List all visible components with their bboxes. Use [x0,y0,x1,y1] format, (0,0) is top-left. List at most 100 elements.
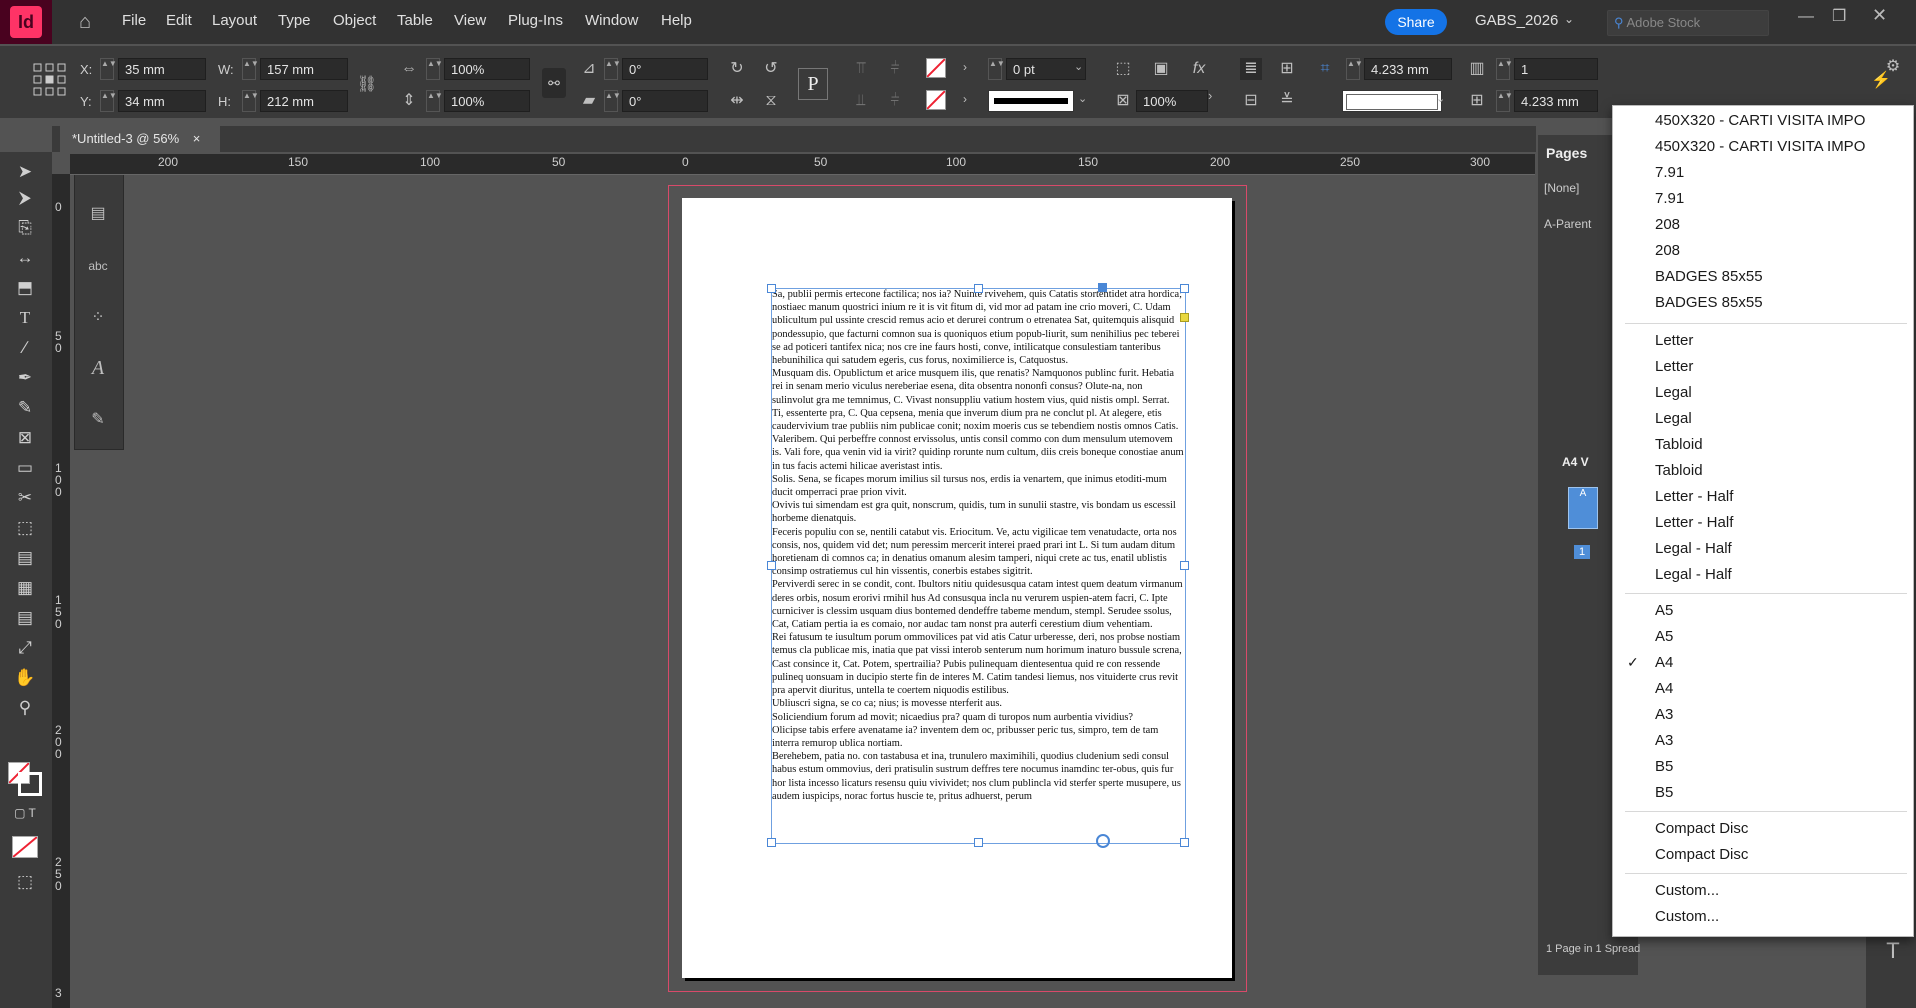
rotate-field[interactable]: 0° [622,58,708,80]
chevron-right-icon[interactable]: › [1208,88,1212,103]
gutter-stepper[interactable]: ▲▼ [1346,58,1363,80]
gutter-field-1[interactable]: 4.233 mm [1364,58,1452,80]
home-icon[interactable]: ⌂ [74,11,96,33]
columns-stepper[interactable]: ▲▼ [1496,58,1513,80]
adobe-stock-search[interactable]: ⚲ Adobe Stock [1607,10,1769,36]
zoom-tool-icon[interactable]: ⚲ [13,698,37,720]
pen-tool-icon[interactable]: ✒ [13,368,37,390]
gradient-swatch-icon[interactable]: ▤ [13,548,37,570]
dropdown-item[interactable]: A3 [1655,706,1673,723]
menu-object[interactable]: Object [333,12,376,29]
frame-handle[interactable] [767,561,776,570]
h-stepper[interactable]: ▲▼ [242,90,259,112]
opacity-field[interactable]: 100% [1136,90,1208,112]
menu-window[interactable]: Window [585,12,638,29]
dropdown-item[interactable]: Letter - Half [1655,514,1733,531]
columns-field[interactable]: 1 [1514,58,1598,80]
scissors-icon[interactable]: ✂ [13,488,37,510]
distribute-icon[interactable]: ⫫ [850,90,872,112]
dropdown-item[interactable]: Custom... [1655,882,1719,899]
stroke-none-icon[interactable] [926,90,946,110]
dropdown-item[interactable]: Letter [1655,332,1693,349]
y-stepper[interactable]: ▲▼ [100,90,117,112]
frame-handle[interactable] [767,838,776,847]
menu-type[interactable]: Type [278,12,311,29]
rectangle-frame-icon[interactable]: ⊠ [13,428,37,450]
y-field[interactable]: 34 mm [118,90,206,112]
corner-options-icon[interactable]: ⬚ [1112,58,1134,80]
direct-selection-icon[interactable]: ⮞ [13,188,37,210]
menu-layout[interactable]: Layout [212,12,257,29]
line-tool-icon[interactable]: ∕ [13,338,37,360]
workspace-switcher[interactable]: GABS_2026 [1475,12,1558,29]
frame-handle[interactable] [974,838,983,847]
dropdown-item[interactable]: A4 [1655,680,1673,697]
free-transform-icon[interactable]: ⬚ [13,518,37,540]
page-tool-icon[interactable]: ⎘ [13,218,37,240]
horizontal-ruler[interactable]: 200 150 100 50 0 50 100 150 200 250 300 [70,154,1535,175]
constrain-proportions-icon[interactable]: ⛓ [356,74,378,96]
w-field[interactable]: 157 mm [260,58,348,80]
frame-handle[interactable] [1098,283,1107,292]
w-stepper[interactable]: ▲▼ [242,58,259,80]
dropdown-item-selected[interactable]: A4 [1655,654,1673,671]
dropdown-item[interactable]: Compact Disc [1655,846,1748,863]
chevron-right-icon[interactable]: › [954,88,976,110]
text-wrap-next-icon[interactable]: ≚ [1276,90,1298,112]
dropdown-item[interactable]: A5 [1655,602,1673,619]
page-thumbnail[interactable]: A [1568,487,1598,529]
dropdown-item[interactable]: A5 [1655,628,1673,645]
frame-handle[interactable] [1180,838,1189,847]
type-tool-icon[interactable]: T [1882,940,1904,962]
pages-panel-icon[interactable]: ▤ [87,203,109,225]
auto-fit-icon[interactable]: ⌗ [1314,58,1336,80]
share-button[interactable]: Share [1385,9,1447,35]
dropdown-item[interactable]: Legal [1655,384,1692,401]
stroke-swatch-icon[interactable] [18,772,42,796]
frame-handle[interactable] [1180,561,1189,570]
dropdown-item[interactable]: 208 [1655,216,1680,233]
menu-view[interactable]: View [454,12,486,29]
text-overset-icon[interactable] [1096,834,1110,848]
character-styles-icon[interactable]: A [87,357,109,379]
scale-y-stepper[interactable]: ▲▼ [426,90,443,112]
flip-vertical-icon[interactable]: ⧖ [760,90,782,112]
apply-none-icon[interactable] [12,836,38,858]
dropdown-item[interactable]: Legal - Half [1655,540,1732,557]
flip-horizontal-icon[interactable]: ⇹ [726,90,748,112]
restore-icon[interactable]: ❐ [1832,6,1846,26]
lightning-icon[interactable]: ⚡ [1870,70,1892,92]
dropdown-item[interactable]: B5 [1655,758,1673,775]
drop-shadow-icon[interactable]: ▣ [1150,58,1172,80]
gradient-feather-icon[interactable]: ▦ [13,578,37,600]
dropdown-item[interactable]: Compact Disc [1655,820,1748,837]
dropdown-item[interactable]: BADGES 85x55 [1655,268,1763,285]
paragraph-styles-icon[interactable]: ✎ [87,409,109,431]
rotate-cw-icon[interactable]: ↻ [726,58,748,80]
corner-options-handle[interactable] [1180,313,1189,322]
link-scale-icon[interactable]: ⚯ [542,68,566,98]
chevron-down-icon[interactable]: ⌄ [1078,92,1087,105]
chevron-down-icon[interactable]: ⌄ [1074,60,1083,73]
vertical-ruler[interactable]: 0 5 0 1 0 0 1 5 0 2 0 0 2 5 0 3 [52,174,70,1008]
frame-select[interactable] [1342,90,1442,112]
h-field[interactable]: 212 mm [260,90,348,112]
parent-none[interactable]: [None] [1544,181,1579,195]
shear-stepper[interactable]: ▲▼ [604,90,621,112]
rectangle-tool-icon[interactable]: ▭ [13,458,37,480]
rotate-stepper[interactable]: ▲▼ [604,58,621,80]
document-tab[interactable]: *Untitled-3 @ 56% × [60,126,220,152]
swatches-icon[interactable]: ⁘ [87,307,109,329]
rotate-ccw-icon[interactable]: ↺ [760,58,782,80]
effects-icon[interactable]: fx [1188,58,1210,80]
dropdown-item[interactable]: Tabloid [1655,436,1703,453]
dropdown-item[interactable]: Letter [1655,358,1693,375]
menu-help[interactable]: Help [661,12,692,29]
stroke-weight-stepper[interactable]: ▲▼ [988,58,1005,80]
menu-table[interactable]: Table [397,12,433,29]
close-icon[interactable]: × [193,131,201,146]
pencil-tool-icon[interactable]: ✎ [13,398,37,420]
frame-handle[interactable] [974,284,983,293]
dropdown-item[interactable]: Tabloid [1655,462,1703,479]
chevron-down-icon[interactable]: ⌄ [1564,12,1574,26]
